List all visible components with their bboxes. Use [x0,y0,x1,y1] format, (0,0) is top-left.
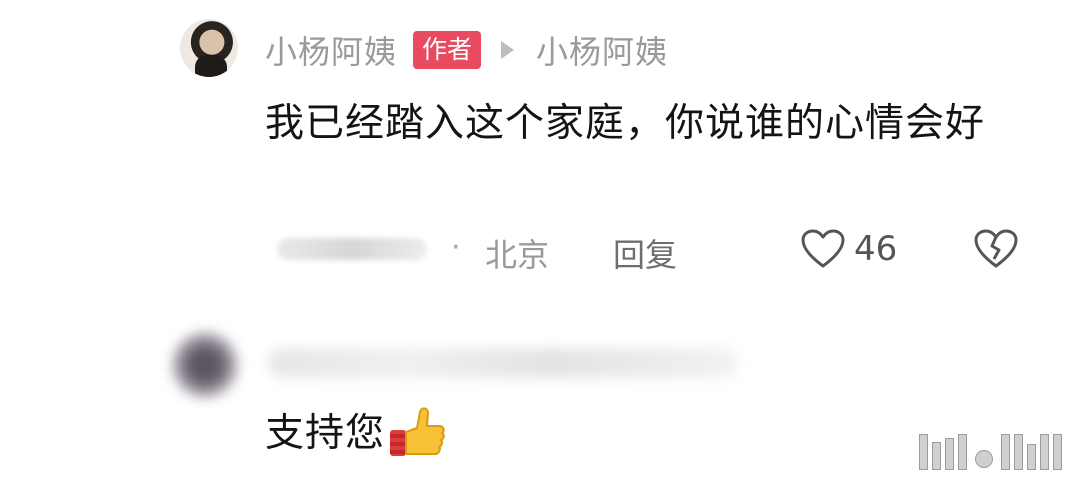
blurred-username [268,348,738,378]
reply-target-username[interactable]: 小杨阿姨 [536,27,668,73]
comment-header: 小杨阿姨 作者 小杨阿姨 [265,26,668,74]
blurred-timestamp [277,238,427,260]
heart-outline-icon [801,229,845,268]
triangle-right-icon [501,41,515,59]
reply-button[interactable]: 回复 [613,230,677,276]
comment-text: 支持您 [265,411,386,456]
username[interactable]: 小杨阿姨 [265,27,397,73]
meta-separator: · [451,230,461,265]
like-button[interactable]: 46 [800,228,897,270]
watermark [919,434,1062,470]
location-label: 北京 [485,236,550,274]
comment-item: 小杨阿姨 作者 小杨阿姨 我已经踏入这个家庭，你说谁的心情会好 · 北京 回复 … [0,0,1080,300]
avatar[interactable] [172,332,238,398]
thumbs-up-icon [390,407,445,456]
author-badge: 作者 [413,31,482,69]
avatar[interactable] [180,19,238,77]
like-count: 46 [854,229,898,269]
comment-text: 我已经踏入这个家庭，你说谁的心情会好 [265,101,986,146]
broken-heart-icon[interactable] [973,228,1019,270]
comment-meta: · 北京 回复 46 [265,226,1035,276]
comment-body: 支持您 [265,404,449,464]
